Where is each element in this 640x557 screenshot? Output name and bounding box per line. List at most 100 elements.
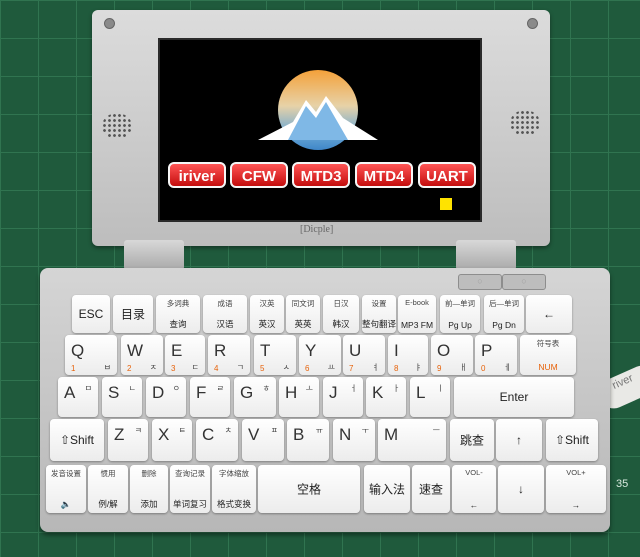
key-单词复习-key[interactable]: 查询记录 单词复习 [170,465,210,513]
key-enter-key[interactable]: Enter [454,377,574,417]
key-hangul-label: ㅇ [172,384,180,393]
key-h-key[interactable]: Hㅗ [279,377,319,417]
key-label: 整句翻译 [362,319,396,329]
key-格式变换-key[interactable]: 字体缩放 格式变换 [212,465,256,513]
key-空格-key[interactable]: 空格 [258,465,360,513]
key-例-解-key[interactable]: 惯用 例/解 [88,465,128,513]
left-hinge [124,240,184,270]
iriver-button[interactable]: iriver [168,162,226,188]
key-b-key[interactable]: Bㅠ [287,419,329,461]
key-hangul-label: ㅋ [134,426,142,435]
key-secondary-label: 多词典 [166,299,190,308]
key-label: ESC [78,307,104,321]
device-screen: iriver CFW MTD3 MTD4 UART [158,38,482,222]
key-pg-dn-key[interactable]: 后—单词 Pg Dn [484,295,524,333]
screw-icon [104,18,115,29]
key--shift-key[interactable]: ⇧Shift [546,419,598,461]
key-z-key[interactable]: Zㅋ [108,419,148,461]
key-u-key[interactable]: U 7 ㅕ [343,335,385,375]
key-label: ⇧Shift [554,433,590,447]
key-number-label: 2 [127,364,132,373]
key-hangul-label: ㅏ [392,384,400,393]
key-secondary-label: 后—单词 [489,299,519,308]
key-letter: X [158,425,170,444]
key---key[interactable]: VOL+ → [546,465,606,513]
key-hangul-label: ㅐ [459,363,467,372]
key-g-key[interactable]: Gㅎ [234,377,276,417]
key-label: Enter [499,390,529,404]
key-letter: U [349,341,362,360]
mtd3-button[interactable]: MTD3 [292,162,350,188]
power-button-right[interactable]: ○ [502,274,546,290]
key-hangul-label: ㅔ [503,363,511,372]
left-speaker-grille [102,113,132,139]
key-目录-key[interactable]: 目录 [113,295,153,333]
key-c-key[interactable]: Cㅊ [196,419,238,461]
key-hangul-label: ㅑ [414,363,422,372]
key-letter: I [394,341,399,360]
key-速查-key[interactable]: 速查 [412,465,450,513]
key-label: ← [543,307,555,321]
key-v-key[interactable]: Vㅍ [242,419,284,461]
key-a-key[interactable]: Aㅁ [58,377,98,417]
key-secondary-label: 查询记录 [175,469,205,478]
key-num-key[interactable]: 符号表 NUM [520,335,576,375]
key-k-key[interactable]: Kㅏ [366,377,406,417]
key-汉语-key[interactable]: 成语 汉语 [203,295,247,333]
key-j-key[interactable]: Jㅓ [323,377,363,417]
key-n-key[interactable]: Nㅜ [333,419,375,461]
key-letter: R [214,341,227,360]
key---key[interactable]: VOL- ← [452,465,496,513]
key-q-key[interactable]: Q 1 ㅂ [65,335,117,375]
key-添加-key[interactable]: 删除 添加 [130,465,168,513]
key-输入法-key[interactable]: 输入法 [364,465,410,513]
key---key[interactable]: ↑ [496,419,542,461]
key-mp3-fm-key[interactable]: E-book MP3 FM [398,295,436,333]
mtd4-button[interactable]: MTD4 [355,162,413,188]
key-跳查-key[interactable]: 跳查 [450,419,494,461]
key-letter: B [293,425,305,444]
key-p-key[interactable]: P 0 ㅔ [475,335,517,375]
key-英英-key[interactable]: 同文词 英英 [286,295,320,333]
key-secondary-label: 删除 [141,469,157,478]
key-letter: P [481,341,493,360]
key-label: Pg Up [448,320,472,330]
key-number-label: 1 [71,364,76,373]
key-label: 单词复习 [172,499,207,509]
uart-button[interactable]: UART [418,162,476,188]
key-查询-key[interactable]: 多词典 查询 [156,295,200,333]
key--shift-key[interactable]: ⇧Shift [50,419,104,461]
key-letter: Y [305,341,317,360]
key-英汉-key[interactable]: 汉英 英汉 [250,295,284,333]
key-w-key[interactable]: W 2 ㅈ [121,335,163,375]
key-l-key[interactable]: Lㅣ [410,377,450,417]
key-d-key[interactable]: Dㅇ [146,377,186,417]
key-letter: E [171,341,183,360]
key---key[interactable]: ↓ [498,465,544,513]
key---key[interactable]: 发音设置 🔈 [46,465,86,513]
power-button-left[interactable]: ○ [458,274,502,290]
key-secondary-label: 字体缩放 [219,469,249,478]
key-number-label: 4 [214,364,219,373]
key-label: 添加 [140,499,158,509]
key-hangul-label: ㄹ [216,384,224,393]
key-s-key[interactable]: Sㄴ [102,377,142,417]
key-label: Pg Dn [492,320,516,330]
key---key[interactable]: ← [526,295,572,333]
key-韩汉-key[interactable]: 日汉 韩汉 [323,295,359,333]
key-o-key[interactable]: O 9 ㅐ [431,335,473,375]
key-esc-key[interactable]: ESC [72,295,110,333]
key-f-key[interactable]: Fㄹ [190,377,230,417]
key-整句翻译-key[interactable]: 设置 整句翻译 [362,295,396,333]
key-r-key[interactable]: R 4 ㄱ [208,335,250,375]
key-m-key[interactable]: Mㅡ [378,419,446,461]
key-e-key[interactable]: E 3 ㄷ [165,335,205,375]
key-y-key[interactable]: Y 6 ㅛ [299,335,341,375]
key-t-key[interactable]: T 5 ㅅ [254,335,296,375]
cfw-button[interactable]: CFW [230,162,288,188]
key-x-key[interactable]: Xㅌ [152,419,192,461]
key-i-key[interactable]: I 8 ㅑ [388,335,428,375]
key-pg-up-key[interactable]: 前—单词 Pg Up [440,295,480,333]
key-hangul-label: ㅛ [327,363,335,372]
key-label: MP3 FM [400,320,434,330]
